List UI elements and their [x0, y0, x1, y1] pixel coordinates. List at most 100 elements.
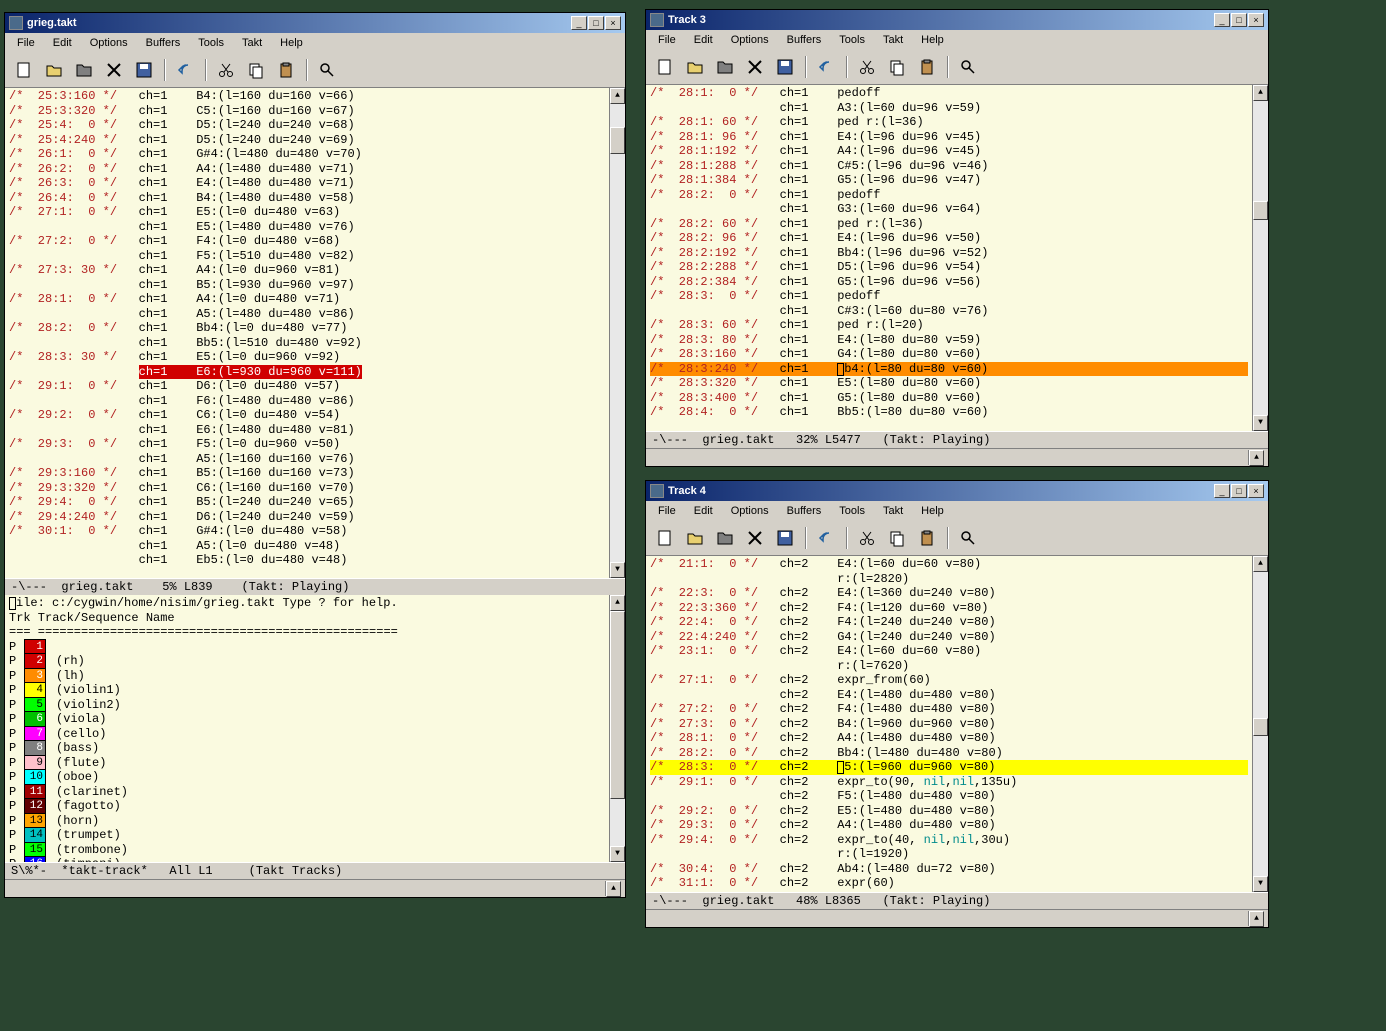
track-row[interactable]: P12(fagotto): [9, 799, 605, 814]
scroll-down-icon[interactable]: ▼: [610, 562, 625, 578]
track-row[interactable]: P5(violin2): [9, 698, 605, 713]
copy-icon[interactable]: [884, 54, 910, 80]
menu-takt[interactable]: Takt: [234, 35, 270, 51]
maximize-button[interactable]: □: [1231, 484, 1247, 498]
search-icon[interactable]: [955, 525, 981, 551]
dired-icon[interactable]: [712, 54, 738, 80]
titlebar[interactable]: Track 3 _ □ ×: [646, 10, 1268, 30]
save-icon[interactable]: [772, 54, 798, 80]
kill-buffer-icon[interactable]: [742, 525, 768, 551]
new-file-icon[interactable]: [652, 54, 678, 80]
track-row[interactable]: P10(oboe): [9, 770, 605, 785]
paste-icon[interactable]: [273, 57, 299, 83]
cut-icon[interactable]: [854, 54, 880, 80]
dired-icon[interactable]: [712, 525, 738, 551]
save-icon[interactable]: [772, 525, 798, 551]
paste-icon[interactable]: [914, 54, 940, 80]
menu-file[interactable]: File: [9, 35, 43, 51]
paste-icon[interactable]: [914, 525, 940, 551]
search-icon[interactable]: [955, 54, 981, 80]
undo-icon[interactable]: [813, 54, 839, 80]
editor-pane[interactable]: /* 21:1: 0 */ ch=2 E4:(l=60 du=60 v=80) …: [646, 556, 1268, 892]
track-row[interactable]: P15(trombone): [9, 843, 605, 858]
scroll-up-icon[interactable]: ▲: [606, 881, 621, 897]
menu-help[interactable]: Help: [913, 32, 952, 48]
cut-icon[interactable]: [854, 525, 880, 551]
scrollbar[interactable]: ▲ ▼: [609, 595, 625, 862]
track-row[interactable]: P2(rh): [9, 654, 605, 669]
titlebar[interactable]: Track 4 _ □ ×: [646, 481, 1268, 501]
menu-tools[interactable]: Tools: [831, 32, 873, 48]
menu-help[interactable]: Help: [272, 35, 311, 51]
maximize-button[interactable]: □: [1231, 13, 1247, 27]
menu-options[interactable]: Options: [723, 503, 777, 519]
track-row[interactable]: P9(flute): [9, 756, 605, 771]
track-row[interactable]: P4(violin1): [9, 683, 605, 698]
new-file-icon[interactable]: [652, 525, 678, 551]
track-panel[interactable]: ile: c:/cygwin/home/nisim/grieg.takt Typ…: [5, 595, 625, 862]
scroll-up-icon[interactable]: ▲: [610, 595, 625, 611]
track-row[interactable]: P3(lh): [9, 669, 605, 684]
save-icon[interactable]: [131, 57, 157, 83]
minimize-button[interactable]: _: [1214, 13, 1230, 27]
open-file-icon[interactable]: [41, 57, 67, 83]
cut-icon[interactable]: [213, 57, 239, 83]
scroll-down-icon[interactable]: ▼: [610, 846, 625, 862]
editor-pane-1[interactable]: /* 25:3:160 */ ch=1 B4:(l=160 du=160 v=6…: [5, 88, 625, 578]
undo-icon[interactable]: [172, 57, 198, 83]
track-row[interactable]: P11(clarinet): [9, 785, 605, 800]
menu-edit[interactable]: Edit: [686, 32, 721, 48]
scrollbar[interactable]: ▲ ▼: [609, 88, 625, 578]
track-row[interactable]: P7(cello): [9, 727, 605, 742]
menu-edit[interactable]: Edit: [686, 503, 721, 519]
scroll-up-icon[interactable]: ▲: [1249, 911, 1264, 927]
menu-file[interactable]: File: [650, 32, 684, 48]
kill-buffer-icon[interactable]: [742, 54, 768, 80]
track-row[interactable]: P8(bass): [9, 741, 605, 756]
menu-buffers[interactable]: Buffers: [138, 35, 189, 51]
undo-icon[interactable]: [813, 525, 839, 551]
minimize-button[interactable]: _: [571, 16, 587, 30]
menu-tools[interactable]: Tools: [831, 503, 873, 519]
minimize-button[interactable]: _: [1214, 484, 1230, 498]
track-row[interactable]: P16(timpani): [9, 857, 605, 862]
minibuffer[interactable]: ▲: [646, 909, 1268, 927]
search-icon[interactable]: [314, 57, 340, 83]
menu-takt[interactable]: Takt: [875, 503, 911, 519]
open-file-icon[interactable]: [682, 54, 708, 80]
menu-takt[interactable]: Takt: [875, 32, 911, 48]
close-button[interactable]: ×: [1248, 484, 1264, 498]
editor-pane[interactable]: /* 28:1: 0 */ ch=1 pedoff ch=1 A3:(l=60 …: [646, 85, 1268, 431]
menu-tools[interactable]: Tools: [190, 35, 232, 51]
menu-options[interactable]: Options: [723, 32, 777, 48]
open-file-icon[interactable]: [682, 525, 708, 551]
menu-edit[interactable]: Edit: [45, 35, 80, 51]
scroll-down-icon[interactable]: ▼: [1253, 415, 1268, 431]
scroll-up-icon[interactable]: ▲: [1249, 450, 1264, 466]
track-row[interactable]: P14(trumpet): [9, 828, 605, 843]
close-button[interactable]: ×: [1248, 13, 1264, 27]
dired-icon[interactable]: [71, 57, 97, 83]
copy-icon[interactable]: [243, 57, 269, 83]
titlebar[interactable]: grieg.takt _ □ ×: [5, 13, 625, 33]
menu-file[interactable]: File: [650, 503, 684, 519]
close-button[interactable]: ×: [605, 16, 621, 30]
track-row[interactable]: P13(horn): [9, 814, 605, 829]
scroll-up-icon[interactable]: ▲: [1253, 556, 1268, 572]
track-row[interactable]: P1: [9, 640, 605, 655]
menu-buffers[interactable]: Buffers: [779, 32, 830, 48]
scrollbar[interactable]: ▲ ▼: [1252, 85, 1268, 431]
maximize-button[interactable]: □: [588, 16, 604, 30]
menu-help[interactable]: Help: [913, 503, 952, 519]
scroll-down-icon[interactable]: ▼: [1253, 876, 1268, 892]
copy-icon[interactable]: [884, 525, 910, 551]
minibuffer[interactable]: ▲: [646, 448, 1268, 466]
menu-options[interactable]: Options: [82, 35, 136, 51]
new-file-icon[interactable]: [11, 57, 37, 83]
minibuffer[interactable]: ▲: [5, 879, 625, 897]
track-row[interactable]: P6(viola): [9, 712, 605, 727]
kill-buffer-icon[interactable]: [101, 57, 127, 83]
menu-buffers[interactable]: Buffers: [779, 503, 830, 519]
scrollbar[interactable]: ▲ ▼: [1252, 556, 1268, 892]
scroll-up-icon[interactable]: ▲: [610, 88, 625, 104]
